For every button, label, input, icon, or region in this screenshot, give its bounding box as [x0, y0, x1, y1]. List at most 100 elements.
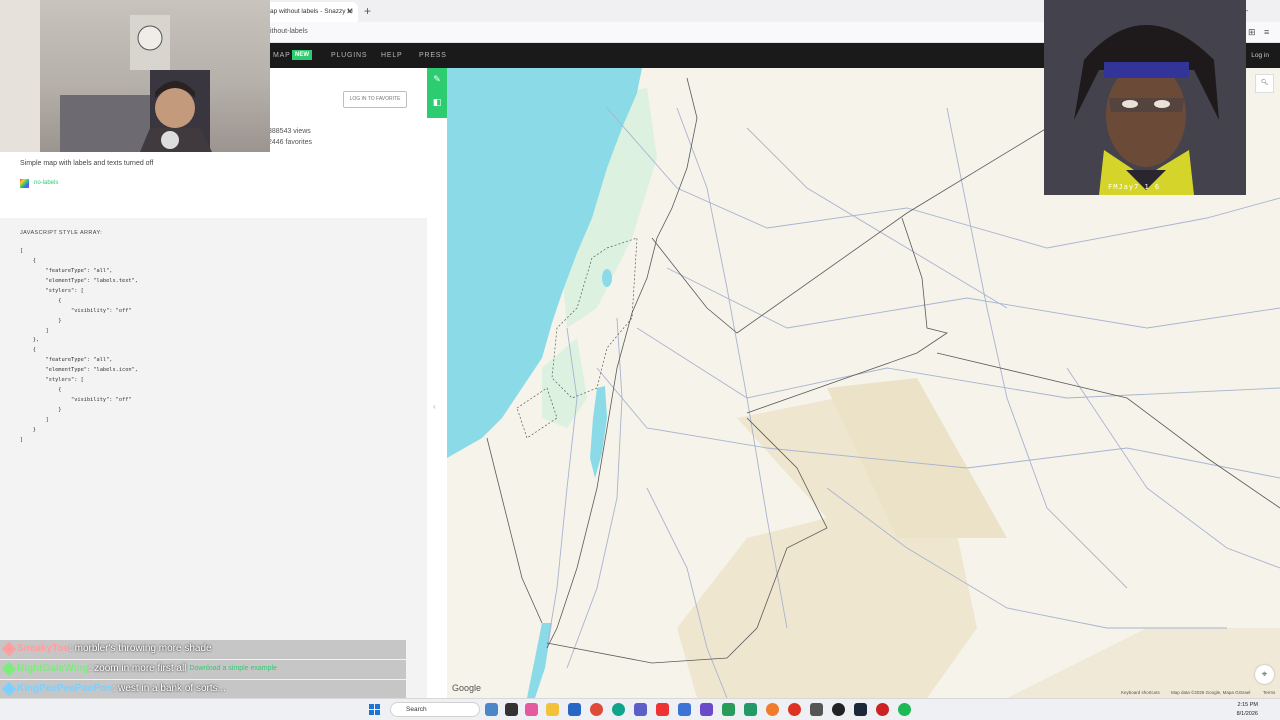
terms-link[interactable]: Terms — [1263, 690, 1275, 695]
map-data-attribution: Map data ©2026 Google, Mapa GISrael — [1171, 690, 1251, 695]
code-line: } — [20, 426, 36, 433]
code-line: { — [20, 297, 62, 304]
app-icon[interactable] — [788, 703, 801, 716]
chat-background-text: Download a simple example — [189, 665, 277, 672]
chat-badge-icon — [1, 661, 17, 677]
chat-message: NightGaleWing: zoom in more first all Dow… — [0, 660, 406, 679]
locate-icon[interactable]: ⌖ — [1255, 665, 1274, 684]
code-title: JAVASCRIPT STYLE ARRAY: — [20, 230, 103, 236]
app-icon[interactable] — [722, 703, 735, 716]
code-line: ] — [20, 327, 49, 334]
code-line: "stylers": [ — [20, 377, 84, 384]
spotify-icon[interactable] — [898, 703, 911, 716]
code-line: "elementType": "labels.text", — [20, 277, 139, 284]
chat-badge-icon — [1, 641, 17, 657]
url-field[interactable]: ithout-labels — [270, 28, 308, 35]
clock-time: 2:15 PM — [1237, 702, 1258, 708]
favorites-count: 2446 favorites — [268, 139, 312, 146]
login-link[interactable]: Log in — [1251, 52, 1269, 59]
store-icon[interactable] — [568, 703, 581, 716]
widgets-icon[interactable] — [485, 703, 498, 716]
code-block[interactable]: [ { "featureType": "all", "elementType":… — [20, 247, 138, 446]
steam-icon[interactable] — [854, 703, 867, 716]
collapse-panel-icon[interactable]: ‹ — [433, 402, 436, 411]
chat-badge-icon — [1, 681, 17, 697]
streamer-webcam — [0, 0, 270, 152]
dead-sea — [590, 386, 607, 478]
views-count: 388543 views — [268, 128, 311, 135]
code-line: "elementType": "labels.icon", — [20, 367, 139, 374]
keyboard-shortcuts-link[interactable]: Keyboard shortcuts — [1121, 690, 1160, 695]
firefox-icon[interactable] — [766, 703, 779, 716]
sea-of-galilee — [602, 269, 612, 287]
gulf-of-aqaba — [527, 623, 552, 698]
code-line: [ — [20, 248, 24, 254]
clock-date: 8/1/2026 — [1236, 710, 1258, 717]
browser-tab[interactable]: ap without labels - Snazzy M ✕ — [262, 2, 358, 22]
discord-icon[interactable] — [700, 703, 713, 716]
chat-text: : morbler's throwing more shade — [69, 643, 212, 654]
map-search-icon[interactable]: 🔍︎ — [1255, 74, 1274, 93]
log-in-to-favorite-button[interactable]: LOG IN TO FAVORITE — [343, 91, 407, 108]
copilot-icon[interactable] — [525, 703, 538, 716]
code-line: } — [20, 407, 62, 413]
opera-icon[interactable] — [590, 703, 603, 716]
code-line: "visibility": "off" — [20, 397, 132, 404]
edge-icon[interactable] — [612, 703, 625, 716]
menu-icon[interactable]: ≡ — [1264, 27, 1269, 37]
chat-username: NightGaleWing — [17, 663, 89, 674]
nav-item-press[interactable]: PRESS — [419, 52, 447, 59]
new-tab-button[interactable]: + — [364, 4, 371, 18]
code-line: { — [20, 257, 36, 264]
windows-start-icon[interactable] — [369, 704, 380, 715]
code-line: } — [20, 317, 62, 324]
style-icon[interactable]: ◧ — [431, 97, 443, 109]
taskbar: ⌕ Search 2:15 PM 8/1/2026 — [0, 698, 1280, 720]
app-icon[interactable] — [876, 703, 889, 716]
file-explorer-icon[interactable] — [546, 703, 559, 716]
chat-username: SneakyToe — [17, 643, 70, 654]
new-badge: NEW — [292, 50, 312, 60]
chat-message: SneakyToe: morbler's throwing more shade — [0, 640, 406, 659]
avatar-caption: FMJay7 1 6 — [1108, 183, 1161, 191]
style-description: Simple map with labels and texts turned … — [20, 160, 154, 167]
extensions-icon[interactable]: ⊞ — [1248, 27, 1256, 38]
tag-color-icon — [20, 179, 29, 188]
task-view-icon[interactable] — [505, 703, 518, 716]
system-clock[interactable]: 2:15 PM 8/1/2026 — [1237, 701, 1258, 718]
obs-icon[interactable] — [832, 703, 845, 716]
screen: ap without labels - Snazzy M ✕ + — ithou… — [0, 0, 1280, 720]
avatar-webcam — [1044, 0, 1246, 195]
nav-item-map[interactable]: MAP — [273, 52, 291, 59]
taskbar-search[interactable]: Search — [390, 702, 480, 717]
code-line: ] — [20, 416, 49, 423]
app-icon[interactable] — [678, 703, 691, 716]
chat-text: : zoom in more first all — [88, 663, 187, 674]
park-region — [542, 338, 587, 428]
code-line: "visibility": "off" — [20, 307, 132, 314]
app-icon[interactable] — [744, 703, 757, 716]
code-line: "stylers": [ — [20, 287, 84, 294]
desert-region — [1007, 628, 1280, 698]
code-line: { — [20, 387, 62, 394]
tag-no-labels[interactable]: no-labels — [34, 180, 58, 186]
webcam-image — [0, 0, 212, 152]
code-line: ] — [20, 436, 24, 443]
youtube-icon[interactable] — [656, 703, 669, 716]
code-line: { — [20, 347, 36, 354]
style-details-panel: LOG IN TO FAVORITE 388543 views 2446 fav… — [0, 68, 427, 698]
chat-text: : west in a bank of sorts... — [112, 683, 226, 694]
teams-icon[interactable] — [634, 703, 647, 716]
chat-username: KingPeePeePooPoo — [17, 683, 113, 694]
nav-item-plugins[interactable]: PLUGINS — [331, 52, 367, 59]
code-line: "featureType": "all", — [20, 357, 113, 364]
close-tab-icon[interactable]: ✕ — [346, 7, 353, 16]
nav-item-help[interactable]: HELP — [381, 52, 403, 59]
edit-icon[interactable]: ✎ — [431, 74, 443, 86]
google-logo: Google — [452, 683, 482, 693]
app-icon[interactable] — [810, 703, 823, 716]
code-line: "featureType": "all", — [20, 267, 113, 274]
tab-title: ap without labels - Snazzy M — [270, 8, 353, 15]
code-line: }, — [20, 337, 40, 344]
chat-message: KingPeePeePooPoo: west in a bank of sort… — [0, 680, 406, 699]
